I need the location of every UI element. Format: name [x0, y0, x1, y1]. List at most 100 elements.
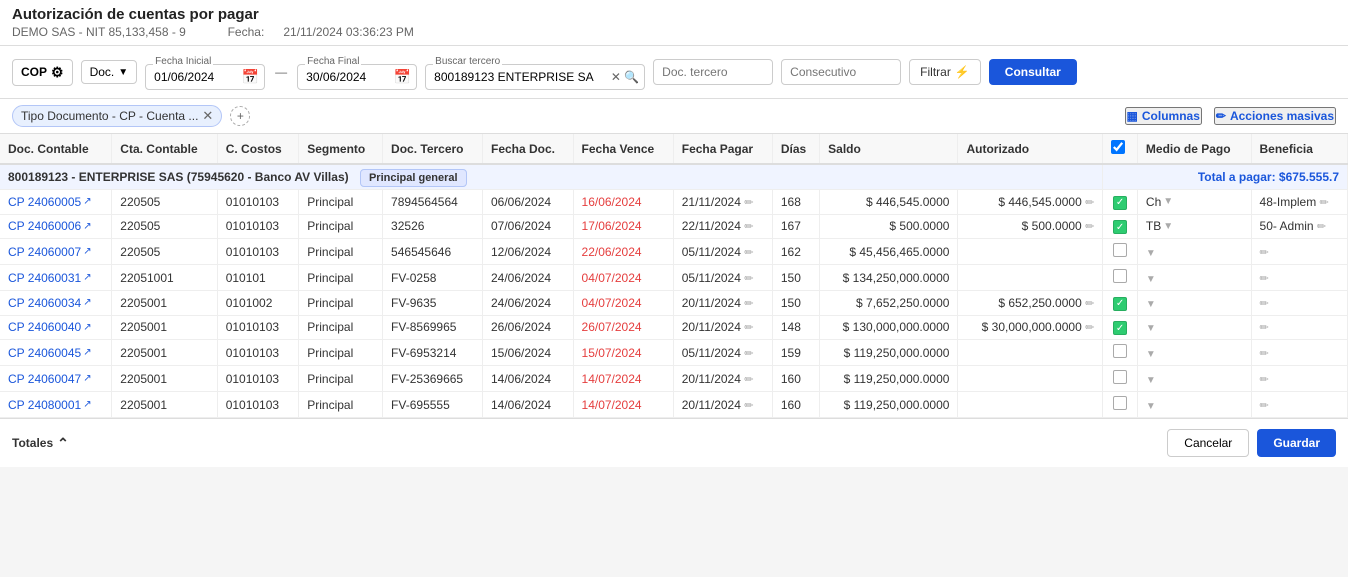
doc-link[interactable]: CP 24060040 ↗: [8, 320, 103, 334]
doc-button[interactable]: Doc. ▼: [81, 60, 138, 84]
cell-dias: 167: [772, 214, 819, 239]
cell-cta: 22051001: [112, 265, 217, 291]
select-all-checkbox[interactable]: [1111, 140, 1125, 154]
empty-payment-chevron[interactable]: ▼: [1146, 299, 1156, 310]
cell-segmento: Principal: [299, 291, 383, 316]
beneficia-edit-icon[interactable]: ✏: [1260, 348, 1269, 360]
calendar-icon[interactable]: 📅: [242, 69, 259, 86]
beneficia-value: 50- Admin: [1260, 219, 1314, 233]
search-clear-icons[interactable]: ✕ 🔍: [611, 70, 639, 84]
cell-doc-tercero: FV-25369665: [383, 366, 483, 392]
empty-payment-chevron[interactable]: ▼: [1146, 248, 1156, 259]
header-section: Autorización de cuentas por pagar DEMO S…: [0, 0, 1348, 46]
unchecked-icon[interactable]: [1113, 396, 1127, 410]
doc-link[interactable]: CP 24060007 ↗: [8, 245, 103, 259]
grid-icon: ▦: [1127, 109, 1138, 123]
filtrar-button[interactable]: Filtrar ⚡: [909, 59, 981, 85]
calendar-end-icon[interactable]: 📅: [394, 69, 411, 86]
external-link-icon: ↗: [83, 373, 91, 384]
beneficia-edit-icon[interactable]: ✏: [1260, 247, 1269, 259]
unchecked-icon[interactable]: [1113, 243, 1127, 257]
cell-checkbox[interactable]: [1103, 340, 1138, 366]
cell-checkbox[interactable]: ✓: [1103, 214, 1138, 239]
guardar-button[interactable]: Guardar: [1257, 429, 1336, 457]
unchecked-icon[interactable]: [1113, 344, 1127, 358]
cell-checkbox[interactable]: [1103, 239, 1138, 265]
unchecked-icon[interactable]: [1113, 269, 1127, 283]
th-fecha-pagar: Fecha Pagar: [673, 134, 772, 164]
cancel-button[interactable]: Cancelar: [1167, 429, 1249, 457]
fecha-pagar-edit-icon[interactable]: ✏: [744, 374, 753, 386]
columnas-button[interactable]: ▦ Columnas: [1125, 107, 1202, 125]
beneficia-edit-icon[interactable]: ✏: [1260, 400, 1269, 412]
cell-doc-tercero: FV-8569965: [383, 315, 483, 340]
doc-tercero-input[interactable]: [653, 59, 773, 85]
cell-checkbox[interactable]: [1103, 392, 1138, 418]
external-link-icon: ↗: [83, 196, 91, 207]
fecha-pagar-edit-icon[interactable]: ✏: [744, 348, 753, 360]
cell-saldo: $ 500.0000: [820, 214, 958, 239]
doc-link[interactable]: CP 24060031 ↗: [8, 271, 103, 285]
cell-checkbox[interactable]: [1103, 265, 1138, 291]
doc-link[interactable]: CP 24060045 ↗: [8, 346, 103, 360]
totales-section[interactable]: Totales ⌃: [12, 435, 69, 452]
add-filter-button[interactable]: +: [230, 106, 250, 126]
cell-checkbox[interactable]: ✓: [1103, 315, 1138, 340]
cell-checkbox[interactable]: ✓: [1103, 291, 1138, 316]
autorizado-edit-icon[interactable]: ✏: [1085, 322, 1094, 334]
fecha-pagar-edit-icon[interactable]: ✏: [744, 400, 753, 412]
beneficia-edit-icon[interactable]: ✏: [1317, 221, 1326, 233]
beneficia-edit-icon[interactable]: ✏: [1260, 322, 1269, 334]
consultar-button[interactable]: Consultar: [989, 59, 1077, 85]
unchecked-icon[interactable]: [1113, 370, 1127, 384]
autorizado-edit-icon[interactable]: ✏: [1085, 197, 1094, 209]
beneficia-edit-icon[interactable]: ✏: [1320, 197, 1329, 209]
doc-link[interactable]: CP 24060047 ↗: [8, 372, 103, 386]
fecha-pagar-edit-icon[interactable]: ✏: [744, 221, 753, 233]
th-checkbox[interactable]: [1103, 134, 1138, 164]
fecha-pagar-edit-icon[interactable]: ✏: [744, 247, 753, 259]
cell-fecha-doc: 06/06/2024: [483, 190, 574, 215]
payment-label: TB: [1146, 219, 1161, 233]
totales-chevron-icon: ⌃: [57, 435, 69, 452]
fecha-pagar-edit-icon[interactable]: ✏: [744, 273, 753, 285]
checked-icon[interactable]: ✓: [1113, 297, 1127, 311]
cell-doc-tercero: 546545646: [383, 239, 483, 265]
doc-link[interactable]: CP 24080001 ↗: [8, 398, 103, 412]
cell-beneficia: ✏: [1251, 366, 1347, 392]
currency-settings-icon[interactable]: ⚙: [51, 64, 64, 81]
payment-chevron-icon[interactable]: ▼: [1163, 196, 1173, 207]
cell-fecha-pagar: 05/11/2024 ✏: [673, 265, 772, 291]
fecha-pagar-edit-icon[interactable]: ✏: [744, 197, 753, 209]
cell-doc: CP 24060006 ↗: [0, 214, 112, 239]
doc-link[interactable]: CP 24060006 ↗: [8, 219, 103, 233]
checked-icon[interactable]: ✓: [1113, 321, 1127, 335]
beneficia-edit-icon[interactable]: ✏: [1260, 273, 1269, 285]
doc-link[interactable]: CP 24060034 ↗: [8, 296, 103, 310]
empty-payment-chevron[interactable]: ▼: [1146, 323, 1156, 334]
checked-icon[interactable]: ✓: [1113, 196, 1127, 210]
doc-link[interactable]: CP 24060005 ↗: [8, 195, 103, 209]
empty-payment-chevron[interactable]: ▼: [1146, 274, 1156, 285]
beneficia-edit-icon[interactable]: ✏: [1260, 374, 1269, 386]
empty-payment-chevron[interactable]: ▼: [1146, 375, 1156, 386]
autorizado-edit-icon[interactable]: ✏: [1085, 298, 1094, 310]
checked-icon[interactable]: ✓: [1113, 220, 1127, 234]
date-range-dash: —: [275, 65, 287, 79]
beneficia-edit-icon[interactable]: ✏: [1260, 298, 1269, 310]
empty-payment-chevron[interactable]: ▼: [1146, 401, 1156, 412]
fecha-pagar-edit-icon[interactable]: ✏: [744, 298, 753, 310]
fecha-inicial-wrapper: Fecha Inicial 📅: [145, 64, 265, 90]
empty-payment-chevron[interactable]: ▼: [1146, 349, 1156, 360]
consecutivo-input[interactable]: [781, 59, 901, 85]
currency-button[interactable]: COP ⚙: [12, 59, 73, 86]
fecha-pagar-edit-icon[interactable]: ✏: [744, 322, 753, 334]
acciones-masivas-button[interactable]: ✏ Acciones masivas: [1214, 107, 1336, 125]
cell-checkbox[interactable]: [1103, 366, 1138, 392]
tag-close-icon[interactable]: ✕: [202, 108, 213, 124]
currency-label: COP: [21, 65, 47, 79]
payment-chevron-icon[interactable]: ▼: [1163, 221, 1173, 232]
autorizado-edit-icon[interactable]: ✏: [1085, 221, 1094, 233]
cell-checkbox[interactable]: ✓: [1103, 190, 1138, 215]
cell-saldo: $ 45,456,465.0000: [820, 239, 958, 265]
